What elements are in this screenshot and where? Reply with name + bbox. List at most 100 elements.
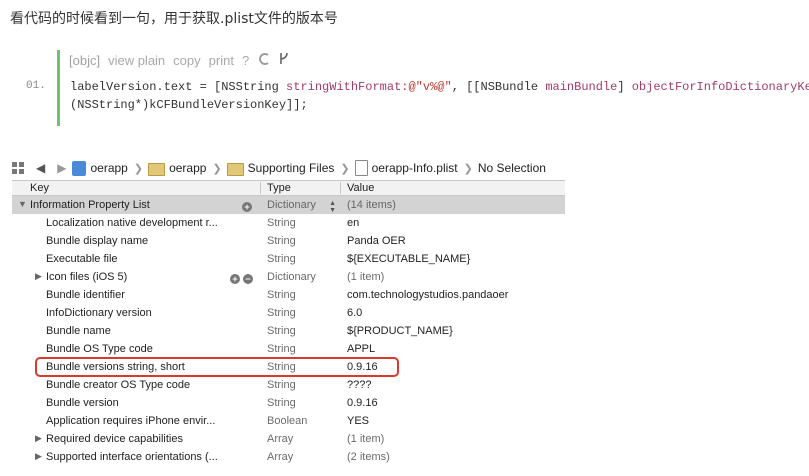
row-type: String bbox=[267, 217, 296, 229]
chevron-right-icon: ❯ bbox=[212, 162, 222, 175]
chevron-right-icon: ❯ bbox=[133, 162, 144, 175]
plist-row[interactable]: InfoDictionary version String 6.0 bbox=[12, 304, 565, 322]
row-key: Bundle name bbox=[46, 325, 111, 337]
code-toolbar: [objc] view plain copy print ? bbox=[69, 52, 289, 68]
row-value[interactable]: 0.9.16 bbox=[340, 397, 565, 409]
row-value[interactable]: APPL bbox=[340, 343, 565, 355]
disclosure-closed-icon[interactable]: ▶ bbox=[35, 433, 42, 444]
row-value[interactable]: ${EXECUTABLE_NAME} bbox=[340, 253, 565, 265]
row-type: String bbox=[267, 235, 296, 247]
print-link[interactable]: print bbox=[209, 53, 234, 68]
disclosure-closed-icon[interactable]: ▶ bbox=[35, 451, 42, 462]
code-token: objectForInfoDictionaryKey: bbox=[631, 80, 809, 94]
row-key: Information Property List bbox=[30, 199, 150, 211]
plist-row-orientations[interactable]: ▶ Supported interface orientations (... … bbox=[12, 448, 565, 466]
row-key: Bundle OS Type code bbox=[46, 343, 153, 355]
plist-row[interactable]: Executable file String ${EXECUTABLE_NAME… bbox=[12, 250, 565, 268]
code-token: labelVersion.text = [NSString bbox=[70, 80, 287, 94]
plist-row[interactable]: Bundle name String ${PRODUCT_NAME} bbox=[12, 322, 565, 340]
row-key: Executable file bbox=[46, 253, 118, 265]
disclosure-closed-icon[interactable]: ▶ bbox=[35, 271, 42, 282]
code-text: labelVersion.text = [NSString stringWith… bbox=[70, 78, 809, 114]
key-column-header[interactable]: Key bbox=[12, 182, 260, 194]
code-icon[interactable] bbox=[257, 52, 271, 68]
help-link[interactable]: ? bbox=[242, 53, 249, 68]
plist-row[interactable]: Bundle OS Type code String APPL bbox=[12, 340, 565, 358]
back-arrow-icon[interactable]: ◀ bbox=[36, 161, 45, 175]
row-key: Bundle display name bbox=[46, 235, 149, 247]
highlight-annotation bbox=[35, 357, 399, 377]
forward-arrow-icon[interactable]: ▶ bbox=[57, 161, 66, 175]
row-value: (14 items) bbox=[347, 199, 396, 211]
row-value[interactable]: 6.0 bbox=[340, 307, 565, 319]
row-type: Array bbox=[267, 451, 294, 463]
remove-item-icon[interactable]: − bbox=[243, 274, 253, 284]
jumpbar-group[interactable]: oerapp bbox=[148, 161, 206, 176]
code-line-2: (NSString*)kCFBundleVersionKey]]; bbox=[70, 98, 308, 112]
disclosure-open-icon[interactable]: ▼ bbox=[18, 199, 27, 209]
copy-link[interactable]: copy bbox=[173, 53, 200, 68]
row-type: String bbox=[267, 343, 296, 355]
plist-row[interactable]: Bundle version String 0.9.16 bbox=[12, 394, 565, 412]
add-item-icon[interactable]: + bbox=[230, 274, 240, 284]
plist-header: Key Type Value bbox=[12, 181, 565, 196]
row-value: (1 item) bbox=[347, 271, 385, 283]
plist-row-root[interactable]: ▼ Information Property List + Dictionary… bbox=[12, 196, 565, 214]
folder-icon bbox=[148, 162, 166, 176]
fork-icon[interactable] bbox=[279, 52, 289, 68]
plist-row[interactable]: Bundle identifier String com.technologys… bbox=[12, 286, 565, 304]
jump-bar: ◀ ▶ oerapp ❯ oerapp ❯ Supporting Files ❯… bbox=[12, 157, 565, 179]
row-type: String bbox=[267, 325, 296, 337]
value-column-header[interactable]: Value bbox=[340, 182, 565, 194]
row-key: Bundle creator OS Type code bbox=[46, 379, 191, 391]
add-item-icon[interactable]: + bbox=[242, 202, 252, 212]
project-icon bbox=[72, 160, 87, 176]
jumpbar-label: oerapp bbox=[90, 161, 128, 175]
grid-icon[interactable] bbox=[12, 162, 24, 174]
plist-row[interactable]: Bundle display name String Panda OER bbox=[12, 232, 565, 250]
row-value[interactable]: ???? bbox=[340, 379, 565, 391]
line-number: 01. bbox=[26, 80, 46, 92]
row-value[interactable]: com.technologystudios.pandaoer bbox=[340, 289, 565, 301]
row-key: Bundle identifier bbox=[46, 289, 125, 301]
jumpbar-label: oerapp-Info.plist bbox=[371, 161, 458, 175]
row-key: Icon files (iOS 5) bbox=[46, 271, 128, 283]
jumpbar-label: No Selection bbox=[477, 161, 546, 175]
row-key: Supported interface orientations (... bbox=[46, 451, 218, 463]
row-type: String bbox=[267, 253, 296, 265]
row-type: Boolean bbox=[267, 415, 308, 427]
row-type: String bbox=[267, 307, 296, 319]
row-value[interactable]: ${PRODUCT_NAME} bbox=[340, 325, 565, 337]
folder-icon bbox=[226, 162, 244, 176]
plist-row-device-capabilities[interactable]: ▶ Required device capabilities Array (1 … bbox=[12, 430, 565, 448]
view-plain-link[interactable]: view plain bbox=[108, 53, 165, 68]
type-column-header[interactable]: Type bbox=[260, 182, 340, 194]
row-key: Bundle version bbox=[46, 397, 119, 409]
jumpbar-project[interactable]: oerapp bbox=[72, 160, 128, 176]
row-value[interactable]: YES bbox=[340, 415, 565, 427]
plist-row[interactable]: Localization native development r... Str… bbox=[12, 214, 565, 232]
row-value: (1 item) bbox=[347, 433, 385, 445]
chevron-right-icon: ❯ bbox=[340, 162, 350, 175]
row-value[interactable]: Panda OER bbox=[340, 235, 565, 247]
lang-label: [objc] bbox=[69, 52, 101, 68]
plist-row[interactable]: Application requires iPhone envir... Boo… bbox=[12, 412, 565, 430]
row-value[interactable]: en bbox=[340, 217, 565, 229]
plist-editor: Key Type Value ▼ Information Property Li… bbox=[12, 180, 565, 467]
row-key: Required device capabilities bbox=[46, 433, 183, 445]
type-stepper-icon[interactable]: ▲ ▼ bbox=[329, 200, 336, 214]
jumpbar-supporting-files[interactable]: Supporting Files bbox=[226, 161, 335, 176]
jumpbar-selection[interactable]: No Selection bbox=[478, 161, 546, 175]
plist-row[interactable]: Bundle creator OS Type code String ???? bbox=[12, 376, 565, 394]
jumpbar-label: Supporting Files bbox=[247, 161, 335, 175]
row-type: Dictionary bbox=[267, 271, 316, 283]
code-token: mainBundle bbox=[545, 80, 618, 94]
code-token: ] bbox=[617, 80, 632, 94]
row-type: String bbox=[267, 289, 296, 301]
plist-row-icon-files[interactable]: ▶ Icon files (iOS 5) + − Dictionary (1 i… bbox=[12, 268, 565, 286]
jumpbar-plist-file[interactable]: oerapp-Info.plist bbox=[354, 160, 458, 176]
chevron-right-icon: ❯ bbox=[463, 162, 473, 175]
plist-file-icon bbox=[354, 160, 368, 176]
row-type: Dictionary bbox=[267, 199, 316, 211]
row-key: InfoDictionary version bbox=[46, 307, 152, 319]
